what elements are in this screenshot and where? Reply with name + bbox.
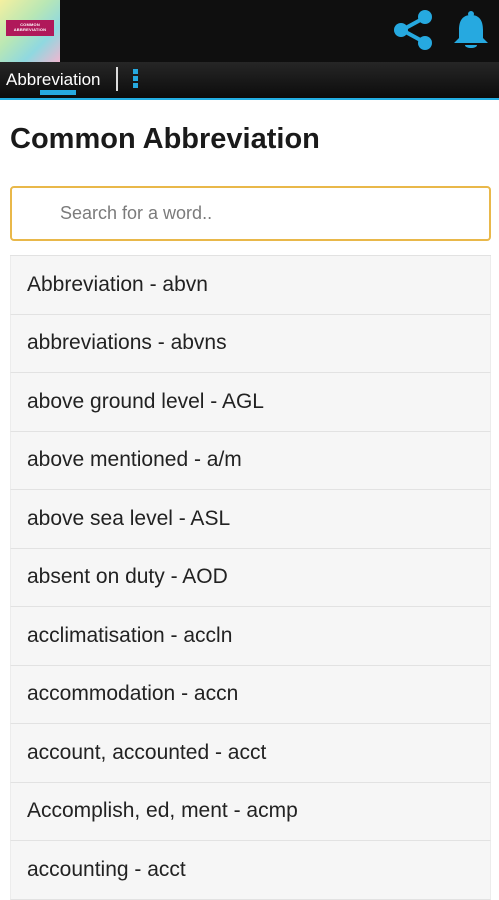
tab-bar-underline bbox=[0, 98, 499, 100]
list-item-text: abbreviations - abvns bbox=[27, 331, 227, 355]
list-item-text: account, accounted - acct bbox=[27, 740, 267, 764]
list-item-text: Abbreviation - abvn bbox=[27, 272, 208, 296]
app-logo[interactable]: COMMON ABBREVIATION bbox=[0, 0, 60, 62]
list-item[interactable]: above ground level - AGL bbox=[10, 373, 491, 432]
abbreviation-list: Abbreviation - abvn abbreviations - abvns… bbox=[10, 255, 491, 900]
page-title: Common Abbreviation bbox=[10, 123, 320, 155]
list-item[interactable]: absent on duty - AOD bbox=[10, 548, 491, 607]
list-item[interactable]: Abbreviation - abvn bbox=[10, 256, 491, 315]
list-item[interactable]: abbreviations - abvns bbox=[10, 314, 491, 373]
list-item[interactable]: acclimatisation - accln bbox=[10, 607, 491, 666]
more-vert-icon[interactable] bbox=[128, 67, 142, 93]
search-box[interactable] bbox=[10, 186, 491, 241]
list-item-text: above ground level - AGL bbox=[27, 389, 264, 413]
bell-icon[interactable] bbox=[452, 10, 490, 50]
tab-divider bbox=[116, 67, 118, 91]
list-item[interactable]: Accomplish, ed, ment - acmp bbox=[10, 782, 491, 841]
list-item[interactable]: above mentioned - a/m bbox=[10, 431, 491, 490]
list-item-text: accommodation - accn bbox=[27, 682, 239, 706]
logo-text-line-2: ABBREVIATION bbox=[13, 27, 47, 32]
share-icon[interactable] bbox=[392, 8, 436, 52]
list-item[interactable]: above sea level - ASL bbox=[10, 490, 491, 549]
list-item-text: above mentioned - a/m bbox=[27, 448, 242, 472]
list-item[interactable]: account, accounted - acct bbox=[10, 724, 491, 783]
tab-bar: Abbreviation bbox=[0, 62, 499, 98]
logo-badge: COMMON ABBREVIATION bbox=[6, 20, 54, 36]
list-item-text: above sea level - ASL bbox=[27, 506, 231, 530]
tab-label: Abbreviation bbox=[6, 70, 101, 89]
list-item-text: Accomplish, ed, ment - acmp bbox=[27, 799, 298, 823]
app-bar: COMMON ABBREVIATION bbox=[0, 0, 499, 62]
list-item-text: accounting - acct bbox=[27, 857, 186, 881]
search-input[interactable] bbox=[12, 188, 489, 239]
list-item-text: absent on duty - AOD bbox=[27, 565, 228, 589]
list-item[interactable]: accounting - acct bbox=[10, 841, 491, 900]
tab-indicator bbox=[40, 90, 76, 95]
list-item[interactable]: accommodation - accn bbox=[10, 665, 491, 724]
list-item-text: acclimatisation - accln bbox=[27, 623, 233, 647]
